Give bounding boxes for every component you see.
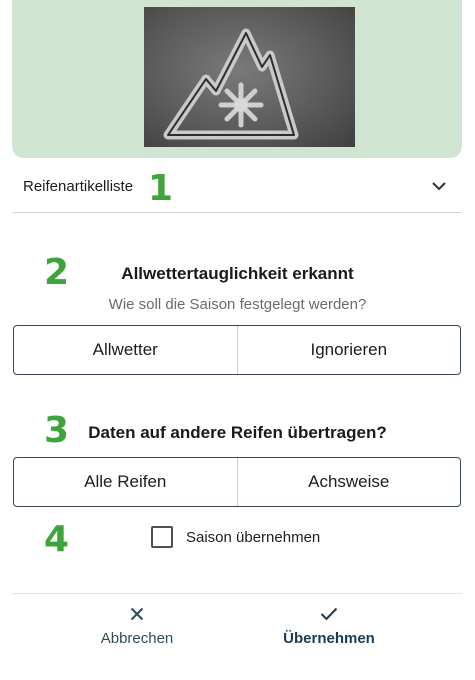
season-question-text: Wie soll die Saison festgelegt werden? — [108, 296, 367, 313]
step-number-1: 1 — [148, 168, 174, 209]
tire-sidewall-photo — [144, 7, 355, 147]
season-option-allwetter[interactable]: Allwetter — [14, 326, 237, 374]
footer-divider — [12, 593, 462, 594]
transfer-option-all-tires[interactable]: Alle Reifen — [14, 458, 237, 506]
checkmark-icon — [320, 607, 338, 621]
cancel-button[interactable]: Abbrechen — [57, 607, 217, 647]
season-detected-heading: Allwettertauglichkeit erkannt — [121, 264, 354, 283]
chevron-down-icon — [432, 182, 446, 191]
transfer-data-heading: Daten auf andere Reifen übertragen? — [88, 423, 387, 442]
transfer-option-per-axle[interactable]: Achsweise — [236, 458, 461, 506]
adopt-season-checkbox[interactable] — [151, 526, 173, 548]
season-option-ignorieren[interactable]: Ignorieren — [236, 326, 461, 374]
close-icon — [130, 607, 144, 621]
season-segmented-control: Allwetter Ignorieren — [13, 325, 461, 375]
cancel-label: Abbrechen — [100, 630, 174, 647]
confirm-label: Übernehmen — [283, 630, 375, 647]
three-peak-mountain-snowflake-symbol — [163, 28, 299, 140]
tire-article-list-label: Reifenartikelliste — [23, 178, 134, 195]
adopt-season-label[interactable]: Saison übernehmen — [186, 529, 320, 546]
transfer-segmented-control: Alle Reifen Achsweise — [13, 457, 461, 507]
step-number-4: 4 — [44, 519, 70, 560]
tire-article-list-dropdown[interactable]: Reifenartikelliste — [12, 160, 462, 213]
tire-photo-panel — [12, 0, 462, 158]
confirm-button[interactable]: Übernehmen — [249, 607, 409, 647]
